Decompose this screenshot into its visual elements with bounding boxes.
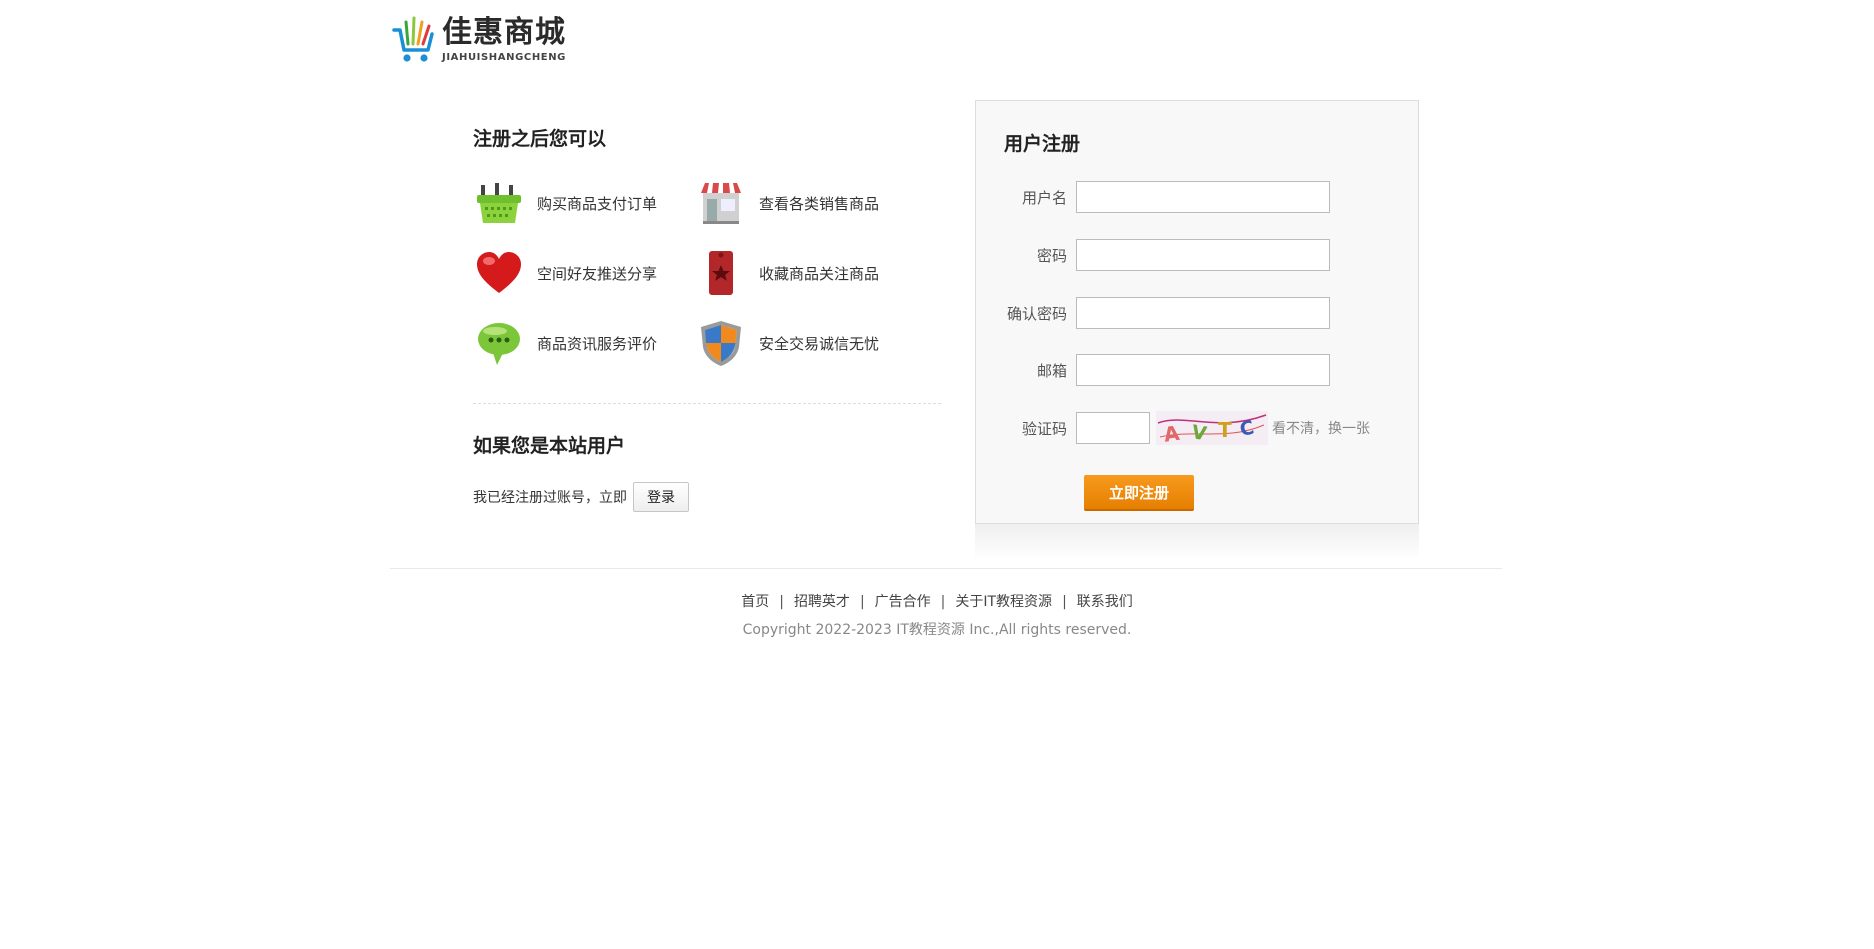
benefits-section: 注册之后您可以 购买商品支付订单 查看各类销售商品 空间好友推送分享 收藏商品关…	[473, 124, 941, 369]
confirm-password-input[interactable]	[1076, 297, 1330, 329]
footer-link-contact[interactable]: 联系我们	[1077, 594, 1133, 610]
store-icon	[695, 177, 747, 229]
footer-separator: |	[859, 594, 865, 610]
footer-separator: |	[940, 594, 946, 610]
benefit-item: 查看各类销售商品	[695, 177, 917, 229]
basket-icon	[473, 177, 525, 229]
benefits-title: 注册之后您可以	[473, 128, 607, 150]
benefit-label: 购买商品支付订单	[537, 194, 658, 213]
username-input[interactable]	[1076, 181, 1330, 213]
register-submit-button[interactable]: 立即注册	[1084, 475, 1194, 511]
benefit-label: 查看各类销售商品	[759, 194, 880, 213]
footer-link-about[interactable]: 关于IT教程资源	[955, 594, 1052, 610]
login-button[interactable]: 登录	[633, 482, 689, 512]
footer-separator: |	[1062, 594, 1067, 610]
benefit-item: 商品资讯服务评价	[473, 317, 695, 369]
username-row: 用户名	[976, 181, 1416, 213]
password-input[interactable]	[1076, 239, 1330, 271]
copyright-text: Copyright 2022-2023 IT教程资源 Inc.,All righ…	[742, 622, 1132, 638]
existing-user-section: 如果您是本站用户 我已经注册过账号，立即 登录	[473, 431, 941, 512]
footer-link-home[interactable]: 首页	[741, 594, 769, 610]
email-row: 邮箱	[976, 354, 1416, 386]
captcha-image[interactable]: A V T C	[1156, 411, 1268, 445]
footer-link-careers[interactable]: 招聘英才	[794, 594, 850, 610]
brand-logo[interactable]: 佳惠商城 JIAHUISHANGCHENG	[390, 14, 590, 66]
footer-separator: |	[779, 594, 784, 610]
existing-user-title: 如果您是本站用户	[473, 435, 626, 457]
benefit-item: 空间好友推送分享	[473, 247, 695, 299]
footer-divider	[390, 568, 1502, 569]
password-label: 密码	[1036, 246, 1067, 265]
benefit-label: 安全交易诚信无忧	[759, 334, 880, 353]
register-title: 用户注册	[1004, 133, 1081, 155]
footer-link-advertising[interactable]: 广告合作	[875, 594, 931, 610]
existing-user-text: 我已经注册过账号，立即	[473, 490, 627, 506]
chat-bubble-icon	[473, 317, 525, 369]
footer-links: 首页 | 招聘英才 | 广告合作 | 关于IT教程资源 | 联系我们	[0, 591, 1874, 611]
email-label: 邮箱	[1036, 361, 1067, 380]
shopping-cart-logo-icon	[392, 16, 434, 62]
confirm-password-label: 确认密码	[1006, 304, 1067, 323]
benefit-label: 空间好友推送分享	[537, 264, 658, 283]
benefit-item: 收藏商品关注商品	[695, 247, 917, 299]
password-row: 密码	[976, 239, 1416, 271]
brand-name-en: JIAHUISHANGCHENG	[442, 52, 566, 63]
username-label: 用户名	[1021, 188, 1067, 207]
svg-text:C: C	[1238, 417, 1256, 441]
heart-icon	[473, 247, 525, 299]
shield-icon	[695, 317, 747, 369]
captcha-label: 验证码	[1021, 419, 1067, 438]
benefit-label: 商品资讯服务评价	[537, 334, 658, 353]
benefit-item: 购买商品支付订单	[473, 177, 695, 229]
captcha-refresh-link[interactable]: 看不清，换一张	[1272, 418, 1370, 438]
email-input[interactable]	[1076, 354, 1330, 386]
register-panel: 用户注册 用户名 密码 确认密码 邮箱 验证码 A V T C 看不清，换一张 …	[975, 100, 1419, 524]
brand-name: 佳惠商城	[442, 15, 566, 50]
divider	[473, 403, 941, 404]
svg-text:A: A	[1162, 421, 1181, 445]
captcha-row: 验证码 A V T C 看不清，换一张	[976, 411, 1416, 445]
bookmark-star-icon	[695, 247, 747, 299]
svg-text:V: V	[1190, 421, 1209, 445]
panel-shadow	[975, 524, 1419, 560]
benefit-item: 安全交易诚信无忧	[695, 317, 917, 369]
svg-text:T: T	[1218, 418, 1232, 442]
confirm-password-row: 确认密码	[976, 297, 1416, 329]
benefit-label: 收藏商品关注商品	[759, 264, 880, 283]
captcha-input[interactable]	[1076, 412, 1150, 444]
